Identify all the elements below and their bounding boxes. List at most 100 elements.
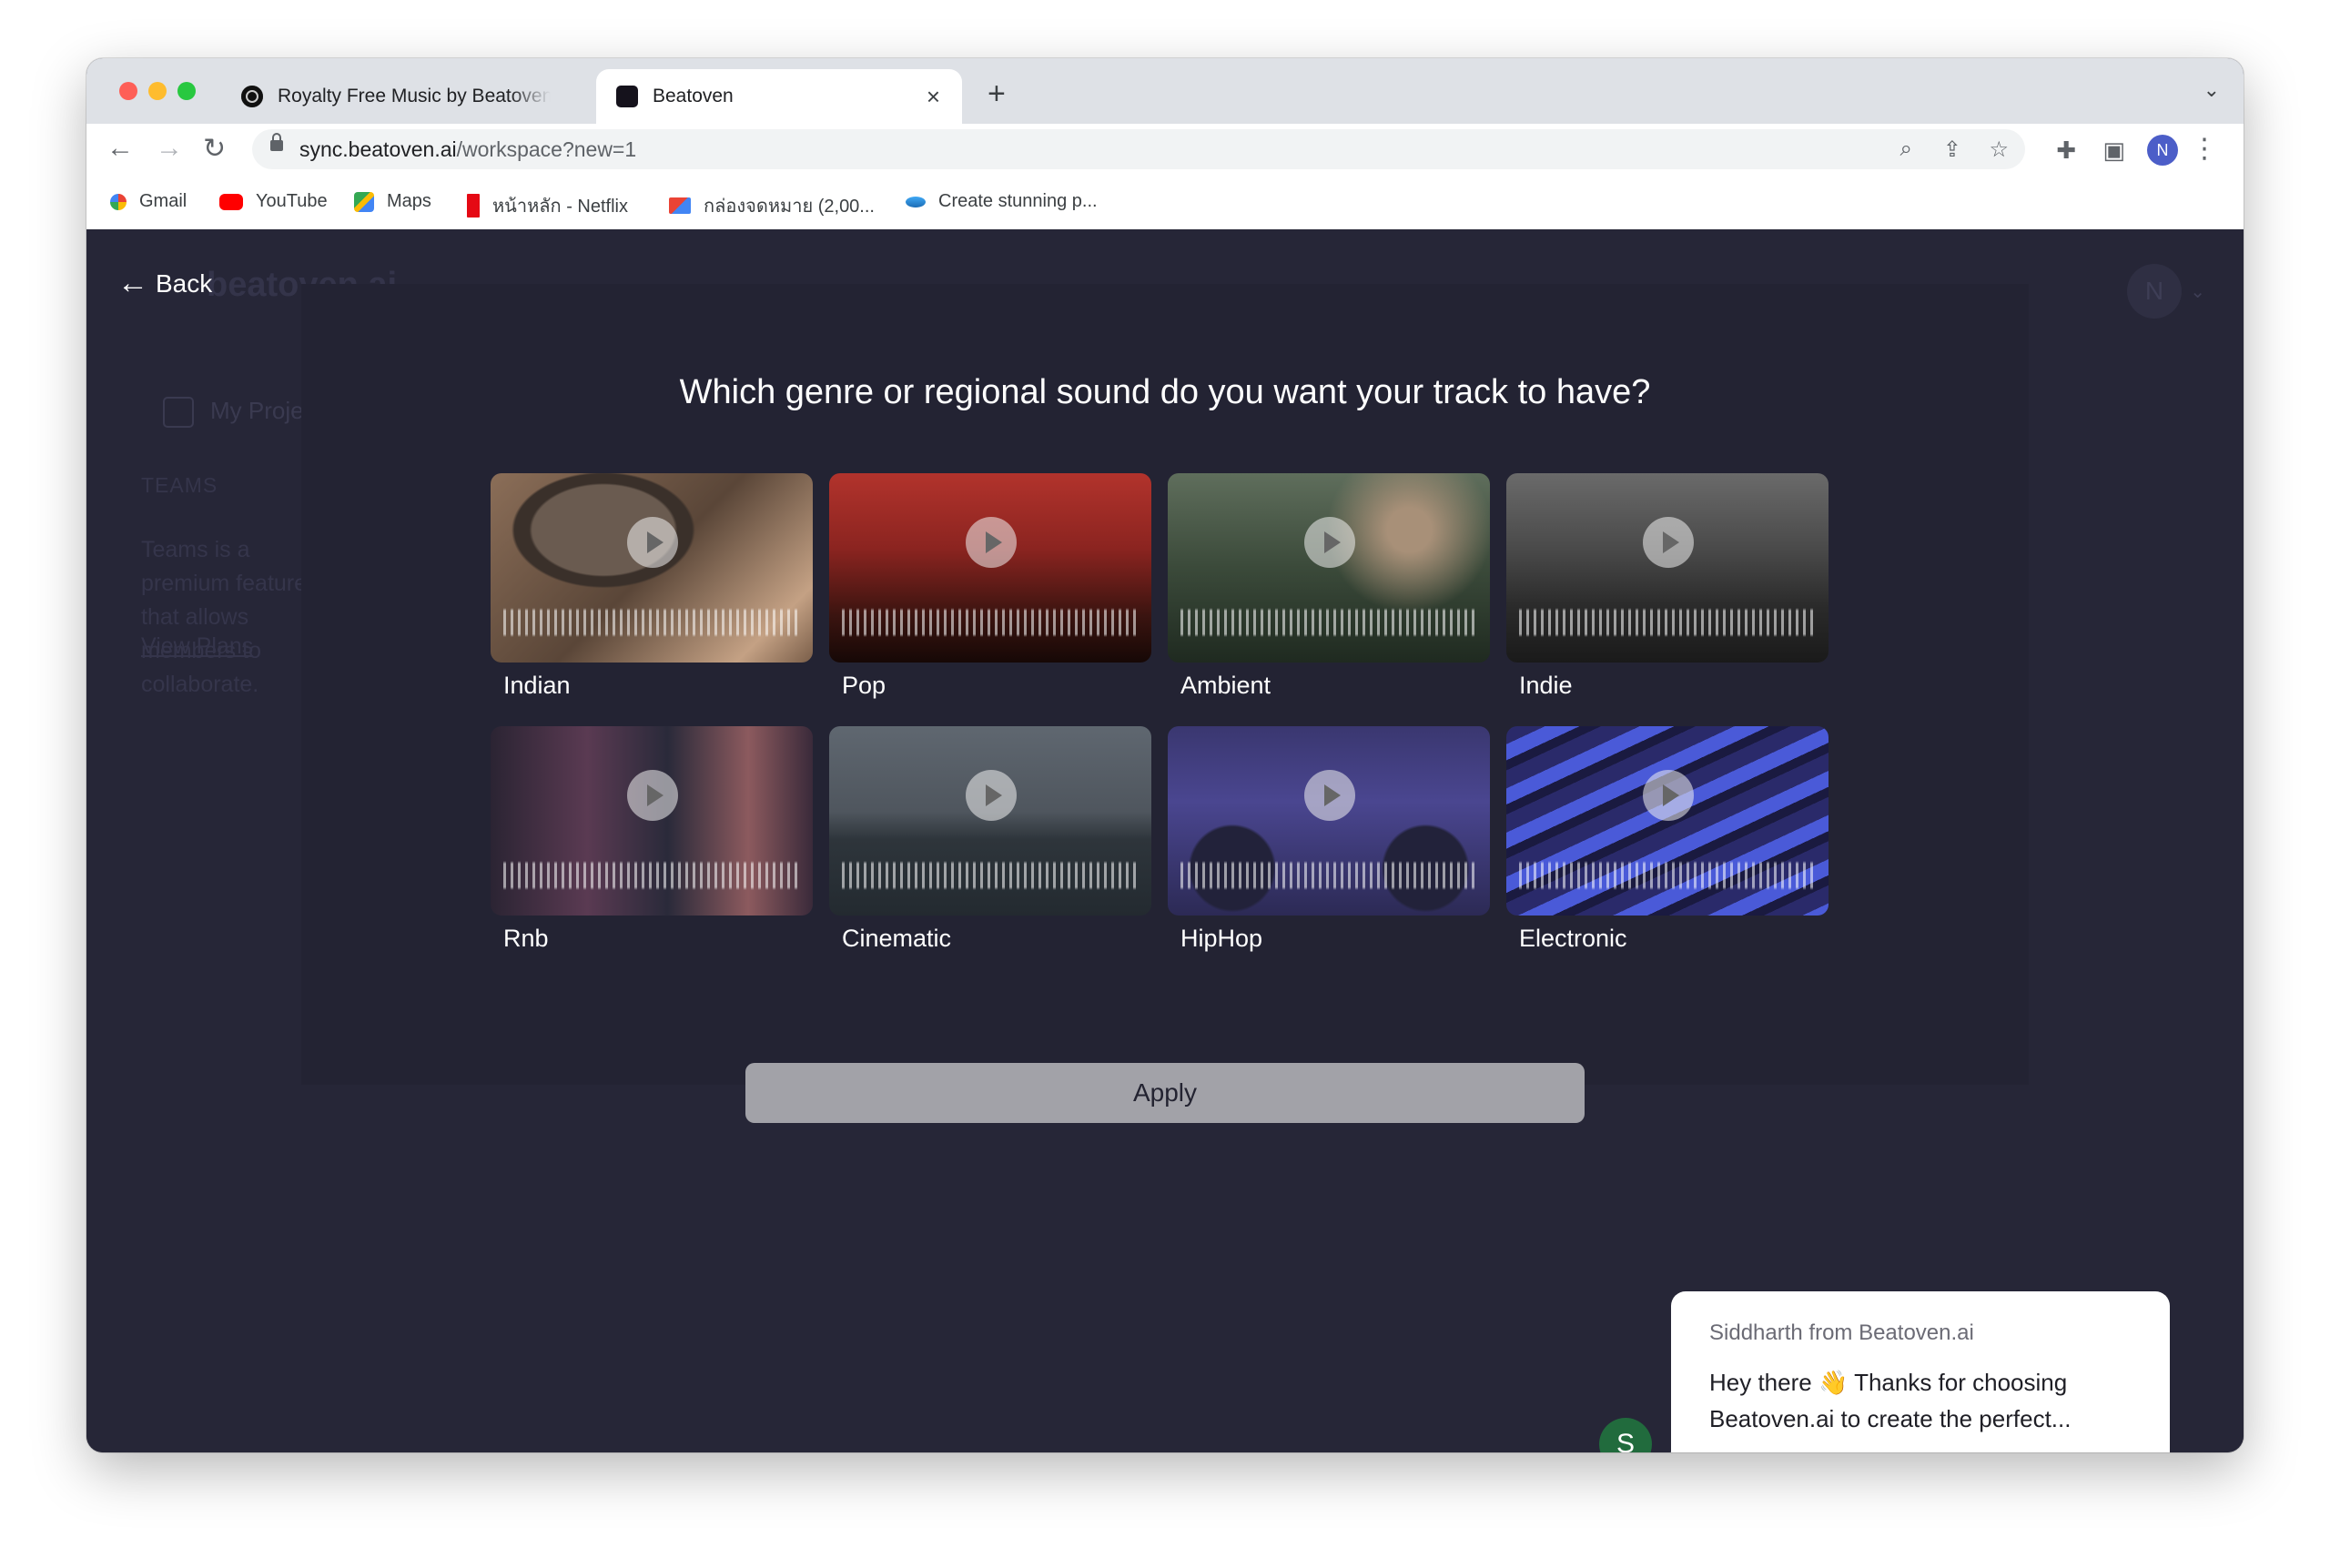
waveform-icon xyxy=(1180,608,1477,637)
genre-label: Electronic xyxy=(1519,925,1627,952)
zoom-icon[interactable]: ⌕ xyxy=(1900,137,1912,162)
zoom-window-button[interactable] xyxy=(177,82,196,100)
genre-label: Ambient xyxy=(1180,672,1271,699)
genre-question: Which genre or regional sound do you wan… xyxy=(679,373,1651,411)
genre-card-cinematic[interactable]: Cinematic xyxy=(829,726,1151,953)
bookmark-label: กล่องจดหมาย (2,00... xyxy=(704,197,875,217)
genre-label: Cinematic xyxy=(842,925,952,952)
apply-button[interactable]: Apply xyxy=(745,1063,1585,1123)
play-icon[interactable] xyxy=(1304,770,1355,821)
lock-icon xyxy=(270,133,283,151)
bookmark-maps[interactable]: Maps xyxy=(354,191,431,212)
genre-card-indie[interactable]: Indie xyxy=(1506,473,1829,700)
minimize-window-button[interactable] xyxy=(148,82,167,100)
bookmark-icon xyxy=(906,196,926,207)
genre-thumbnail xyxy=(491,726,813,916)
share-icon[interactable]: ⇪ xyxy=(1943,137,1961,163)
page-content: beatoven.ai N ⌄ My Projects TEAMS Teams … xyxy=(86,229,2244,1452)
bookmark-label: หน้าหลัก - Netflix xyxy=(492,197,628,217)
back-nav-icon[interactable]: ← xyxy=(106,133,134,164)
chat-sender: Siddharth from Beatoven.ai xyxy=(1709,1320,1974,1345)
gmail-icon xyxy=(669,197,691,214)
tab-strip: Royalty Free Music by Beatoven.ai × Beat… xyxy=(86,58,2244,124)
genre-card-ambient[interactable]: Ambient xyxy=(1168,473,1490,700)
beatoven-favicon-icon xyxy=(241,86,263,107)
genre-thumbnail xyxy=(829,726,1151,916)
genre-label: Indian xyxy=(503,672,571,699)
new-tab-icon[interactable]: + xyxy=(988,76,1006,112)
bookmark-label: Create stunning p... xyxy=(938,191,1098,211)
tab-title: Royalty Free Music by Beatoven.ai xyxy=(278,86,551,106)
forward-nav-icon[interactable]: → xyxy=(156,133,183,164)
waveform-icon xyxy=(1180,861,1477,890)
play-icon[interactable] xyxy=(627,770,678,821)
waveform-icon xyxy=(842,861,1139,890)
tab-search-chevron-icon[interactable]: ⌄ xyxy=(2203,78,2220,102)
netflix-icon xyxy=(467,194,480,217)
chat-message-text: Hey there 👋 Thanks for choosing Beatoven… xyxy=(1709,1369,2072,1432)
genre-label: HipHop xyxy=(1180,925,1263,952)
teams-description: Teams is a premium feature that allows m… xyxy=(141,537,308,697)
youtube-icon xyxy=(219,193,243,210)
genre-label: Indie xyxy=(1519,672,1573,699)
chat-message-bubble[interactable]: Siddharth from Beatoven.ai Hey there 👋 T… xyxy=(1671,1291,2170,1452)
genre-card-rnb[interactable]: Rnb xyxy=(491,726,813,953)
side-panel-icon[interactable]: ▣ xyxy=(2102,137,2125,165)
profile-avatar[interactable]: N xyxy=(2147,135,2178,166)
genre-card-pop[interactable]: Pop xyxy=(829,473,1151,700)
play-icon[interactable] xyxy=(1643,517,1694,568)
genre-label: Pop xyxy=(842,672,886,699)
play-icon[interactable] xyxy=(627,517,678,568)
genre-thumbnail xyxy=(1506,726,1829,916)
bookmark-gmail[interactable]: Gmail xyxy=(110,191,187,212)
chat-avatar[interactable]: S xyxy=(1599,1418,1652,1452)
close-tab-icon[interactable]: × xyxy=(927,83,940,111)
waveform-icon xyxy=(842,608,1139,637)
genre-label: Rnb xyxy=(503,925,549,952)
genre-thumbnail xyxy=(1506,473,1829,663)
chevron-down-icon: ⌄ xyxy=(2190,282,2205,302)
bookmark-label: YouTube xyxy=(256,191,328,211)
arrow-left-icon: ← xyxy=(117,266,148,300)
user-avatar: N xyxy=(2127,264,2182,319)
tab-beatoven[interactable]: Beatoven × xyxy=(596,69,962,124)
browser-toolbar: ← → ↻ sync.beatoven.ai/workspace?new=1 ⌕… xyxy=(86,124,2244,177)
tab-title: Beatoven xyxy=(653,86,734,106)
bookmark-label: Gmail xyxy=(139,191,187,211)
maps-icon xyxy=(354,191,374,212)
view-plans-link: View Plans xyxy=(141,633,254,659)
bookmark-youtube[interactable]: YouTube xyxy=(219,191,328,212)
genre-thumbnail xyxy=(1168,473,1490,663)
play-icon[interactable] xyxy=(1304,517,1355,568)
bookmark-netflix[interactable]: หน้าหลัก - Netflix xyxy=(467,191,628,220)
bookmarks-bar: Gmail YouTube Maps หน้าหลัก - Netflix กล… xyxy=(86,177,2244,230)
address-bar[interactable]: sync.beatoven.ai/workspace?new=1 ⌕ ⇪ ☆ xyxy=(252,129,2025,169)
teams-heading: TEAMS xyxy=(141,473,218,497)
back-label: Back xyxy=(156,268,213,298)
bookmark-inbox[interactable]: กล่องจดหมาย (2,00... xyxy=(669,191,875,220)
extensions-icon[interactable]: ✚ xyxy=(2056,137,2076,165)
browser-window: Royalty Free Music by Beatoven.ai × Beat… xyxy=(86,58,2244,1452)
play-icon[interactable] xyxy=(1643,770,1694,821)
waveform-icon xyxy=(1519,608,1816,637)
browser-menu-icon[interactable]: ⋮ xyxy=(2191,133,2218,165)
bookmark-label: Maps xyxy=(387,191,431,211)
genre-card-indian[interactable]: Indian xyxy=(491,473,813,700)
beatoven-favicon-icon xyxy=(616,86,638,107)
reload-icon[interactable]: ↻ xyxy=(203,133,226,165)
genre-thumbnail xyxy=(491,473,813,663)
bookmark-create-stunning[interactable]: Create stunning p... xyxy=(906,191,1098,212)
genre-thumbnail xyxy=(829,473,1151,663)
waveform-icon xyxy=(1519,861,1816,890)
waveform-icon xyxy=(503,861,800,890)
back-button[interactable]: ← Back xyxy=(117,266,212,301)
genre-thumbnail xyxy=(1168,726,1490,916)
google-icon xyxy=(110,193,127,210)
play-icon[interactable] xyxy=(966,770,1017,821)
genre-card-electronic[interactable]: Electronic xyxy=(1506,726,1829,953)
waveform-icon xyxy=(503,608,800,637)
bookmark-star-icon[interactable]: ☆ xyxy=(1989,137,2009,163)
genre-card-hiphop[interactable]: HipHop xyxy=(1168,726,1490,953)
close-window-button[interactable] xyxy=(119,82,137,100)
play-icon[interactable] xyxy=(966,517,1017,568)
